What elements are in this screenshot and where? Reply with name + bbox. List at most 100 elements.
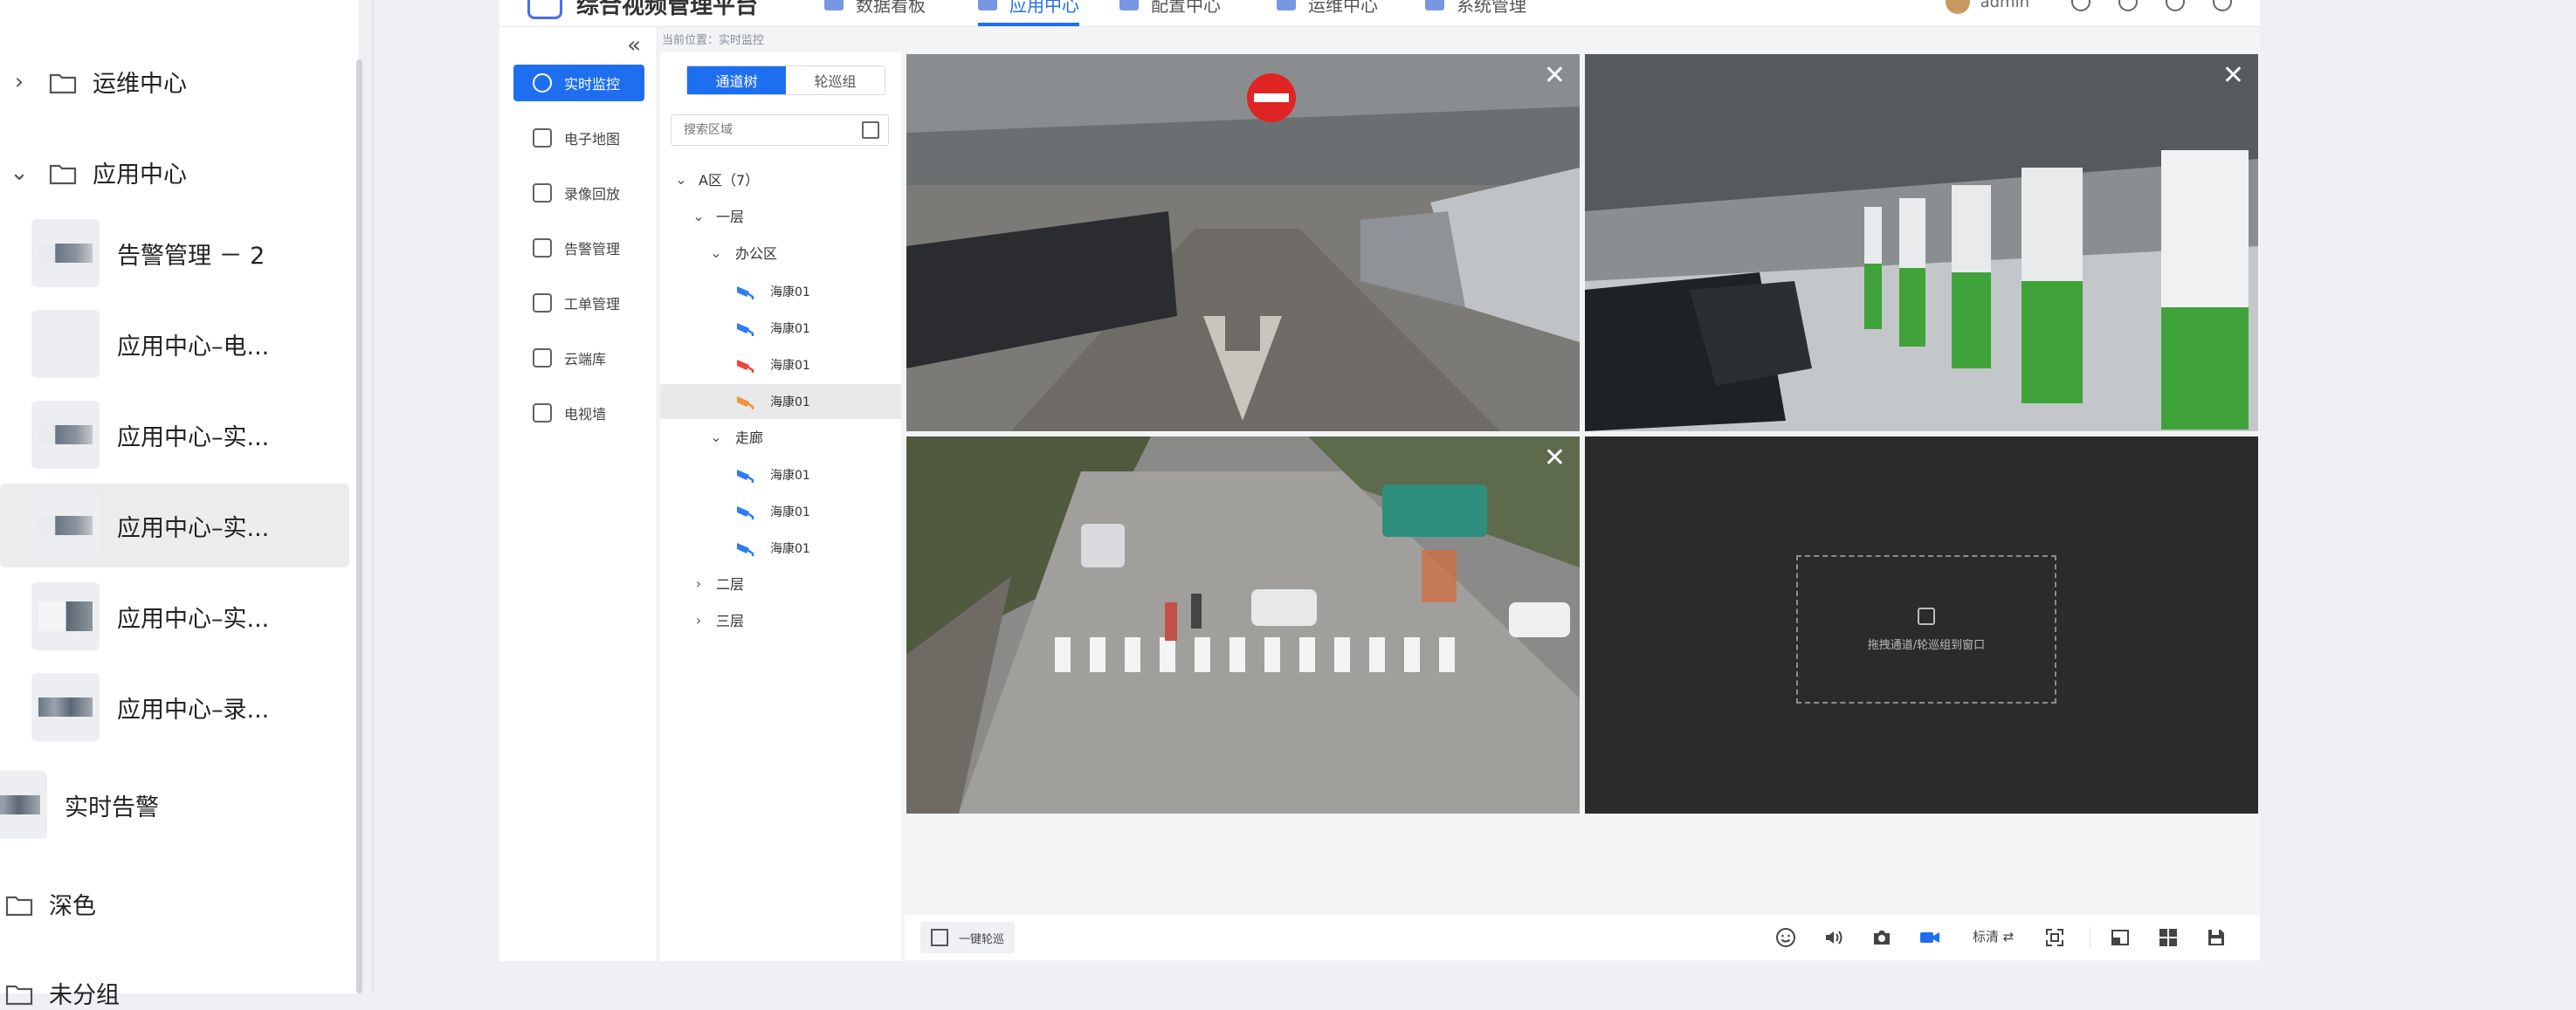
volume-icon[interactable] (1822, 925, 1846, 950)
window-icon[interactable] (2108, 925, 2132, 950)
help-icon[interactable] (2166, 0, 2185, 11)
channel-tree-panel: 通道树 轮巡组 ⌄A区（7） ⌄一层 ⌄办公区 海康01 海康01 海康01 海… (660, 52, 901, 961)
smiley-icon[interactable] (1774, 925, 1798, 950)
save-icon[interactable] (2204, 925, 2228, 950)
camera-online-icon (735, 466, 758, 484)
chevron-down-icon: ⌄ (710, 428, 722, 445)
chevron-down-icon[interactable]: ⌄ (7, 160, 31, 186)
page-item[interactable]: 应用中心–实... (0, 574, 349, 658)
nav-item-live[interactable]: 实时监控 (513, 65, 644, 101)
drag-hand-icon (1918, 607, 1935, 625)
top-tab-ops[interactable]: 运维中心 (1277, 0, 1378, 26)
page-label: 实时告警 (65, 794, 159, 821)
folder-label: 运维中心 (93, 71, 187, 98)
record-icon[interactable] (1918, 925, 1942, 950)
bell-icon[interactable] (2071, 0, 2090, 11)
user-name[interactable]: admin (1980, 0, 2029, 11)
tab-channel-tree[interactable]: 通道树 (687, 66, 786, 94)
video-pane-2[interactable]: ✕ (1585, 54, 2258, 431)
one-click-patrol-button[interactable]: 一键轮巡 (920, 922, 1016, 953)
panel-divider (372, 0, 374, 993)
page-label: 应用中心–电... (117, 333, 270, 361)
page-thumbnail (31, 582, 100, 650)
drop-zone[interactable]: 拖拽通道/轮巡组到窗口 (1796, 555, 2056, 704)
folder-row-dark[interactable]: 深色 (0, 887, 96, 921)
page-item[interactable]: 应用中心–实... (0, 393, 349, 477)
video-feed-street (906, 436, 1580, 814)
nav-item-alarm[interactable]: 告警管理 (513, 230, 644, 266)
chevron-right-icon[interactable]: › (7, 69, 31, 95)
power-icon[interactable] (2213, 0, 2232, 11)
page-item-selected[interactable]: 应用中心–实... (0, 484, 349, 567)
top-tab-apps[interactable]: 应用中心 (978, 0, 1079, 26)
page-item[interactable]: 告警管理 － 2 (0, 211, 349, 295)
pages-scrollbar[interactable] (356, 59, 362, 993)
tree-node-floor3[interactable]: › 三层 (688, 602, 744, 637)
chevron-down-icon: ⌄ (710, 244, 722, 261)
fullscreen-icon[interactable] (2042, 925, 2067, 950)
tree-node-corridor[interactable]: ⌄ 走廊 (706, 419, 763, 454)
camera-icon[interactable] (1870, 925, 1894, 950)
app-window: 综合视频管理平台 数据看板 应用中心 配置中心 运维中心 系统管理 admin … (499, 0, 2260, 961)
folder-row-ops[interactable]: › 运维中心 (7, 65, 187, 99)
workorder-icon (533, 293, 552, 313)
grid-icon[interactable] (2156, 925, 2180, 950)
chevron-down-icon: ⌄ (692, 207, 705, 224)
nav-item-map[interactable]: 电子地图 (513, 120, 644, 156)
breadcrumb: 当前位置：实时监控 (662, 34, 765, 47)
tree-node-camera[interactable]: 海康01 (735, 531, 810, 566)
camera-online-icon (735, 539, 758, 557)
page-thumbnail (31, 673, 100, 741)
video-pane-empty[interactable]: 拖拽通道/轮巡组到窗口 (1585, 436, 2258, 814)
apps-icon (978, 0, 997, 10)
camera-alarm-icon (735, 356, 758, 374)
close-pane-icon[interactable]: ✕ (2222, 63, 2244, 89)
page-item[interactable]: 应用中心–电... (0, 302, 349, 386)
gear-icon[interactable] (2118, 0, 2138, 11)
chevron-down-icon: ⌄ (675, 170, 687, 188)
nav-item-playback[interactable]: 录像回放 (513, 175, 644, 211)
folder-label: 深色 (49, 893, 96, 920)
page-label: 告警管理 － 2 (117, 242, 265, 270)
page-label: 应用中心–实... (117, 514, 270, 542)
folder-row-apps[interactable]: ⌄ 应用中心 (7, 155, 187, 189)
tree-node-office[interactable]: ⌄ 办公区 (706, 235, 777, 270)
page-label: 应用中心–实... (117, 605, 270, 633)
monitor-icon (533, 73, 552, 93)
top-tab-dashboard[interactable]: 数据看板 (824, 0, 926, 26)
nav-item-tvwall[interactable]: 电视墙 (513, 395, 644, 431)
nav-item-workorder[interactable]: 工单管理 (513, 285, 644, 321)
search-input[interactable] (672, 115, 860, 145)
top-tab-config[interactable]: 配置中心 (1119, 0, 1221, 26)
tree-node-camera[interactable]: 海康01 (735, 311, 810, 346)
close-pane-icon[interactable]: ✕ (1544, 63, 1566, 89)
tab-patrol-group[interactable]: 轮巡组 (786, 66, 885, 94)
tree-tab-switch: 通道树 轮巡组 (686, 65, 885, 95)
page-thumbnail (0, 771, 47, 839)
avatar[interactable] (1945, 0, 1970, 14)
tree-node-floor1[interactable]: ⌄ 一层 (688, 198, 744, 233)
page-label: 应用中心–实... (117, 423, 270, 451)
video-pane-1[interactable]: ✕ (906, 54, 1580, 431)
close-pane-icon[interactable]: ✕ (1544, 445, 1566, 471)
nav-item-cloud[interactable]: 云端库 (513, 340, 644, 376)
page-item[interactable]: 应用中心–录... (0, 665, 349, 749)
cloud-icon (533, 348, 552, 368)
side-nav: « 实时监控 电子地图 录像回放 告警管理 工单管理 云端库 电视墙 (499, 27, 658, 961)
patrol-icon (931, 929, 948, 946)
page-label: 应用中心–录... (117, 696, 270, 724)
tree-node-camera[interactable]: 海康01 (735, 347, 810, 382)
tree-node-floor2[interactable]: › 二层 (688, 566, 744, 601)
camera-online-icon (735, 319, 758, 337)
top-tab-system[interactable]: 系统管理 (1425, 0, 1526, 26)
tree-node-camera-selected[interactable]: 海康01 (735, 384, 810, 419)
collapse-icon[interactable]: « (627, 32, 641, 58)
tree-node-camera[interactable]: 海康01 (735, 457, 810, 492)
quality-toggle[interactable]: 标清 ⇄ (1973, 927, 2014, 945)
search-area-icon[interactable] (862, 121, 879, 139)
tree-node-camera[interactable]: 海康01 (735, 494, 810, 529)
video-pane-3[interactable]: ✕ (906, 436, 1580, 814)
page-item-root[interactable]: 实时告警 (0, 763, 349, 847)
tree-node-camera[interactable]: 海康01 (735, 274, 810, 309)
tree-node-root[interactable]: ⌄ A区（7） (671, 161, 759, 196)
